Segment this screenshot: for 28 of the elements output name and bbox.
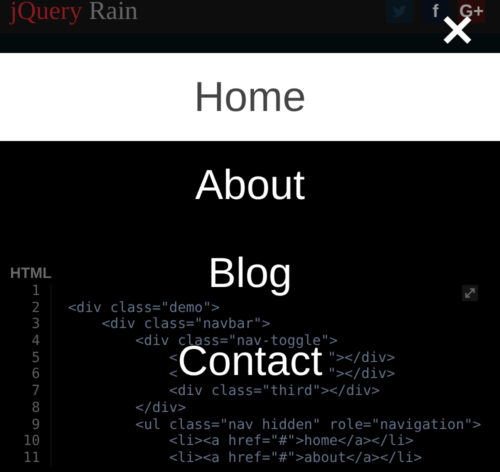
line-number: 3 xyxy=(0,316,52,334)
line-number: 2 xyxy=(0,300,52,316)
line-number: 9 xyxy=(0,416,52,434)
menu-item[interactable]: Blog xyxy=(208,256,292,299)
line-number: 1 xyxy=(0,283,52,300)
code-text: "></div> xyxy=(328,350,396,366)
code-title: HTML xyxy=(10,264,52,284)
line-number: 7 xyxy=(0,383,52,400)
line-number: 4 xyxy=(0,333,52,350)
code-text: <div class="navbar"> xyxy=(100,316,270,334)
menu-item[interactable]: About xyxy=(195,168,305,211)
code-text: "></div> xyxy=(328,366,396,384)
code-text: </div> xyxy=(134,400,186,417)
line-number: 6 xyxy=(0,366,52,384)
code-text: <div class="demo"> xyxy=(68,300,220,316)
code-text: <ul class="nav hidden" role="navigation"> xyxy=(134,416,482,434)
line-number: 5 xyxy=(0,350,52,366)
code-text: <div class="third"></div> xyxy=(168,383,380,400)
code-text: <li><a href="#">home</a></li> xyxy=(168,433,414,450)
line-number: 10 xyxy=(0,433,52,450)
code-text: <div class="nav-toggle"> xyxy=(134,333,338,350)
code-text: <li><a href="#">about</a></li> xyxy=(168,450,422,467)
expand-icon[interactable] xyxy=(462,285,478,301)
line-number: 8 xyxy=(0,400,52,416)
line-number: 11 xyxy=(0,450,52,467)
code-text: < xyxy=(168,366,178,384)
menu-item[interactable]: Home xyxy=(194,80,306,123)
code-text: < xyxy=(168,350,178,366)
